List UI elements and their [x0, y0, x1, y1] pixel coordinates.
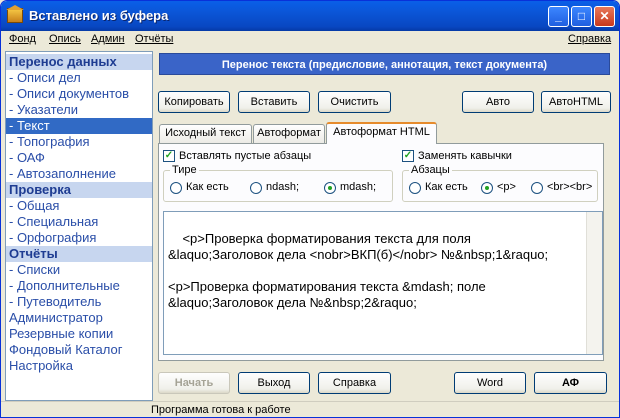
- sidebar-item-opisi-docs[interactable]: - Описи документов: [6, 86, 152, 102]
- minimize-button[interactable]: _: [548, 6, 569, 27]
- sidebar-item-additional[interactable]: - Дополнительные: [6, 278, 152, 294]
- vertical-scrollbar[interactable]: [586, 212, 602, 354]
- para-br-label: <br><br>: [547, 181, 593, 193]
- dash-mdash-radio[interactable]: [324, 182, 336, 194]
- sidebar-header-transfer[interactable]: Перенос данных: [6, 54, 152, 70]
- paragraph-group-title: Абзацы: [409, 164, 452, 176]
- auto-button[interactable]: Авто: [462, 91, 534, 113]
- para-p-label: <p>: [497, 181, 516, 193]
- word-button[interactable]: Word: [454, 372, 526, 394]
- sidebar-item-opisi-del[interactable]: - Описи дел: [6, 70, 152, 86]
- tab-autoformat[interactable]: Автоформат: [253, 124, 325, 143]
- paragraph-group: Абзацы Как есть <p> <br><br>: [402, 164, 598, 202]
- replace-quotes-label: Заменять кавычки: [418, 150, 512, 162]
- sidebar-item-autofill[interactable]: - Автозаполнение: [6, 166, 152, 182]
- start-button[interactable]: Начать: [158, 372, 230, 394]
- tab-source-text[interactable]: Исходный текст: [159, 124, 252, 143]
- sidebar-item-special[interactable]: - Специальная: [6, 214, 152, 230]
- copy-button[interactable]: Копировать: [158, 91, 230, 113]
- sidebar-item-administrator[interactable]: Администратор: [6, 310, 152, 326]
- sidebar-item-settings[interactable]: Настройка: [6, 358, 152, 374]
- status-bar: Программа готова к работе: [1, 401, 619, 417]
- clear-button[interactable]: Очистить: [318, 91, 391, 113]
- section-banner: Перенос текста (предисловие, аннотация, …: [159, 53, 610, 75]
- dash-group: Тире Как есть ndash; mdash;: [163, 164, 393, 202]
- exit-button[interactable]: Выход: [238, 372, 310, 394]
- window-title: Вставлено из буфера: [29, 8, 169, 23]
- menu-admin[interactable]: Админ: [91, 33, 125, 45]
- dash-mdash-label: mdash;: [340, 181, 377, 193]
- para-p-radio[interactable]: [481, 182, 493, 194]
- status-text: Программа готова к работе: [151, 404, 291, 416]
- sidebar-item-general[interactable]: - Общая: [6, 198, 152, 214]
- sidebar-item-fund-catalog[interactable]: Фондовый Каталог: [6, 342, 152, 358]
- sidebar-item-lists[interactable]: - Списки: [6, 262, 152, 278]
- menu-opis[interactable]: Опись: [49, 33, 81, 45]
- sidebar-header-reports[interactable]: Отчёты: [6, 246, 152, 262]
- title-bar: Вставлено из буфера _ □ ✕: [1, 1, 619, 31]
- dash-group-title: Тире: [170, 164, 199, 176]
- sidebar-item-topography[interactable]: - Топография: [6, 134, 152, 150]
- sidebar-item-spelling[interactable]: - Орфография: [6, 230, 152, 246]
- para-asis-label: Как есть: [425, 181, 468, 193]
- sidebar-item-text[interactable]: - Текст: [6, 118, 152, 134]
- tab-autoformat-html[interactable]: Автоформат HTML: [326, 122, 437, 144]
- html-text-content: <p>Проверка форматирования текста для по…: [168, 231, 549, 310]
- insert-empty-checkbox[interactable]: ✓: [163, 150, 175, 162]
- archive-building-icon: [6, 5, 24, 23]
- af-button[interactable]: АФ: [534, 372, 607, 394]
- insert-empty-label: Вставлять пустые абзацы: [179, 150, 312, 162]
- menu-reports[interactable]: Отчёты: [135, 33, 173, 45]
- paste-button[interactable]: Вставить: [238, 91, 310, 113]
- main-window: Вставлено из буфера _ □ ✕ Фонд Опись Адм…: [0, 0, 620, 418]
- para-asis-radio[interactable]: [409, 182, 421, 194]
- sidebar-item-indexes[interactable]: - Указатели: [6, 102, 152, 118]
- replace-quotes-checkbox[interactable]: ✓: [402, 150, 414, 162]
- maximize-button[interactable]: □: [571, 6, 592, 27]
- dash-asis-radio[interactable]: [170, 182, 182, 194]
- sidebar: Перенос данных - Описи дел - Описи докум…: [5, 51, 153, 401]
- sidebar-item-backups[interactable]: Резервные копии: [6, 326, 152, 342]
- sidebar-header-check[interactable]: Проверка: [6, 182, 152, 198]
- menu-help[interactable]: Справка: [568, 33, 611, 45]
- sidebar-item-guide[interactable]: - Путеводитель: [6, 294, 152, 310]
- help-button[interactable]: Справка: [318, 372, 391, 394]
- close-button[interactable]: ✕: [594, 6, 615, 27]
- dash-asis-label: Как есть: [186, 181, 229, 193]
- dash-ndash-radio[interactable]: [250, 182, 262, 194]
- autohtml-button[interactable]: АвтоHTML: [541, 91, 611, 113]
- sidebar-item-oaf[interactable]: - ОАФ: [6, 150, 152, 166]
- html-text-area[interactable]: <p>Проверка форматирования текста для по…: [163, 211, 603, 355]
- menu-bar: Фонд Опись Админ Отчёты Справка: [5, 31, 617, 48]
- menu-fond[interactable]: Фонд: [9, 33, 36, 45]
- dash-ndash-label: ndash;: [266, 181, 300, 193]
- para-br-radio[interactable]: [531, 182, 543, 194]
